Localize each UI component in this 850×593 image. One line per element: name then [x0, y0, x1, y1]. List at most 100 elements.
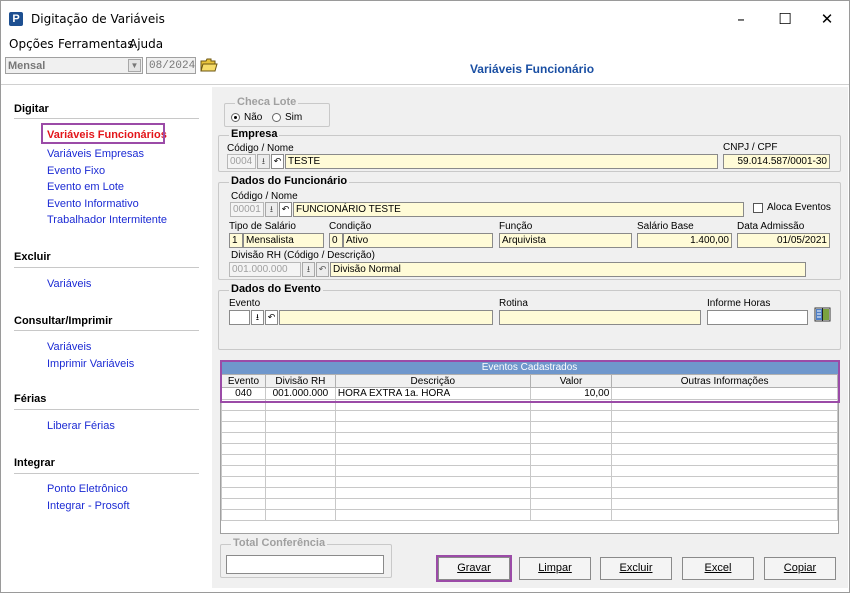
evento-code-field[interactable] — [229, 310, 250, 325]
salario-base-field[interactable]: 1.400,00 — [637, 233, 732, 248]
sidebar-item-evento-lote[interactable]: Evento em Lote — [47, 181, 124, 193]
maximize-button[interactable]: ☐ — [765, 7, 805, 31]
download-icon[interactable]: ⭳ — [251, 310, 264, 325]
window-title: Digitação de Variáveis — [31, 12, 165, 26]
sidebar-section-consultar: Consultar/Imprimir — [14, 315, 113, 327]
empresa-code-label: Código / Nome — [227, 143, 294, 154]
excel-button[interactable]: Excel — [682, 557, 754, 580]
highlight-box — [436, 555, 512, 582]
table-row[interactable] — [221, 498, 838, 510]
sidebar-divider — [14, 118, 199, 119]
table-row[interactable] — [221, 509, 838, 521]
total-conferencia-field[interactable] — [226, 555, 384, 574]
sidebar-item-liberar-ferias[interactable]: Liberar Férias — [47, 420, 115, 432]
sidebar-item-ponto-eletronico[interactable]: Ponto Eletrônico — [47, 483, 128, 495]
informe-horas-field[interactable] — [707, 310, 808, 325]
tipo-salario-desc-field[interactable]: Mensalista — [243, 233, 324, 248]
divisao-rh-code-field[interactable]: 001.000.000 — [229, 262, 301, 277]
evento-desc-field[interactable] — [279, 310, 493, 325]
excluir-button[interactable]: Excluir — [600, 557, 672, 580]
download-icon[interactable]: ⭳ — [257, 154, 270, 169]
panel-title: Variáveis Funcionário — [469, 62, 595, 76]
sidebar-section-ferias: Férias — [14, 393, 47, 405]
empresa-group: Empresa Código / Nome 0004 ⭳ ↶ TESTE CNP… — [218, 128, 841, 172]
sidebar-divider — [14, 409, 199, 410]
sidebar-item-trabalhador-intermitente[interactable]: Trabalhador Intermitente — [47, 214, 167, 226]
limpar-button[interactable]: Limpar — [519, 557, 591, 580]
copiar-button-label: Copiar — [783, 562, 817, 574]
evento-label: Evento — [229, 298, 261, 309]
highlight-box — [220, 360, 840, 403]
total-conferencia-title: Total Conferência — [231, 537, 328, 549]
sidebar-item-imprimir-variaveis[interactable]: Imprimir Variáveis — [47, 358, 134, 370]
app-logo-icon: P — [9, 12, 23, 26]
sidebar-item-excluir-variaveis[interactable]: Variáveis — [47, 278, 91, 290]
excluir-button-label: Excluir — [619, 562, 653, 574]
table-row[interactable] — [221, 476, 838, 488]
table-row[interactable] — [221, 465, 838, 477]
funcao-label: Função — [499, 221, 533, 232]
sidebar: Digitar Variáveis Funcionários Variáveis… — [4, 87, 209, 588]
menu-bar: Opções Ferramentas Ajuda — [1, 35, 849, 53]
sidebar-divider — [14, 330, 199, 331]
table-row[interactable] — [221, 421, 838, 433]
rotina-field[interactable] — [499, 310, 701, 325]
period-select[interactable]: Mensal ▼ — [5, 57, 143, 74]
informe-horas-label: Informe Horas — [707, 298, 771, 309]
sidebar-item-evento-fixo[interactable]: Evento Fixo — [47, 165, 105, 177]
table-row[interactable] — [221, 410, 838, 422]
divisao-rh-label: Divisão RH (Código / Descrição) — [231, 250, 375, 261]
sidebar-section-digitar: Digitar — [14, 103, 49, 115]
funcionario-code-field[interactable]: 00001 — [230, 202, 264, 217]
total-conferencia-group: Total Conferência — [220, 537, 392, 578]
close-button[interactable]: ✕ — [807, 7, 847, 31]
checa-lote-group: Checa Lote Não Sim — [224, 96, 330, 127]
sidebar-item-evento-informativo[interactable]: Evento Informativo — [47, 198, 139, 210]
menu-ferramentas[interactable]: Ferramentas — [58, 37, 134, 51]
download-icon[interactable]: ⭳ — [302, 262, 315, 277]
copiar-button[interactable]: Copiar — [764, 557, 836, 580]
undo-icon[interactable]: ↶ — [316, 262, 329, 277]
table-row[interactable] — [221, 487, 838, 499]
empresa-code-field[interactable]: 0004 — [227, 154, 256, 169]
condicao-desc-field[interactable]: Ativo — [343, 233, 493, 248]
evento-title: Dados do Evento — [229, 283, 323, 295]
menu-opcoes[interactable]: Opções — [9, 37, 54, 51]
undo-icon[interactable]: ↶ — [279, 202, 292, 217]
minimize-button[interactable]: – — [721, 7, 761, 31]
funcao-field[interactable]: Arquivista — [499, 233, 632, 248]
radio-sim-label: Sim — [285, 112, 303, 123]
funcionario-code-label: Código / Nome — [231, 191, 298, 202]
period-date-field[interactable]: 08/2024 — [146, 57, 196, 74]
sidebar-item-consultar-variaveis[interactable]: Variáveis — [47, 341, 91, 353]
funcionario-name-field[interactable]: FUNCIONÁRIO TESTE — [293, 202, 744, 217]
limpar-button-label: Limpar — [538, 562, 572, 574]
funcionario-title: Dados do Funcionário — [229, 175, 350, 187]
table-row[interactable] — [221, 454, 838, 466]
aloca-eventos-checkbox[interactable] — [753, 203, 763, 213]
sidebar-item-integrar-prosoft[interactable]: Integrar - Prosoft — [47, 500, 130, 512]
radio-nao[interactable] — [231, 113, 240, 122]
table-row[interactable] — [221, 432, 838, 444]
table-row[interactable] — [221, 443, 838, 455]
radio-nao-label: Não — [244, 112, 263, 123]
condicao-code-field[interactable]: 0 — [329, 233, 343, 248]
app-window: P Digitação de Variáveis – ☐ ✕ Opções Fe… — [0, 0, 850, 593]
cnpj-field[interactable]: 59.014.587/0001-30 — [723, 154, 830, 169]
divisao-rh-desc-field[interactable]: Divisão Normal — [330, 262, 806, 277]
chevron-down-icon[interactable]: ▼ — [128, 59, 141, 72]
toolbar: Mensal ▼ 08/2024 Variáveis Funcionário — [1, 53, 849, 85]
excel-button-label: Excel — [704, 562, 732, 574]
undo-icon[interactable]: ↶ — [271, 154, 284, 169]
undo-icon[interactable]: ↶ — [265, 310, 278, 325]
tipo-salario-code-field[interactable]: 1 — [229, 233, 243, 248]
sidebar-item-variaveis-empresas[interactable]: Variáveis Empresas — [47, 148, 144, 160]
data-admissao-field[interactable]: 01/05/2021 — [737, 233, 830, 248]
radio-sim[interactable] — [272, 113, 281, 122]
download-icon[interactable]: ⭳ — [265, 202, 278, 217]
tipo-salario-label: Tipo de Salário — [229, 221, 296, 232]
book-icon[interactable] — [813, 306, 832, 324]
empresa-name-field[interactable]: TESTE — [285, 154, 718, 169]
menu-ajuda[interactable]: Ajuda — [129, 37, 163, 51]
open-folder-icon[interactable] — [200, 57, 218, 74]
